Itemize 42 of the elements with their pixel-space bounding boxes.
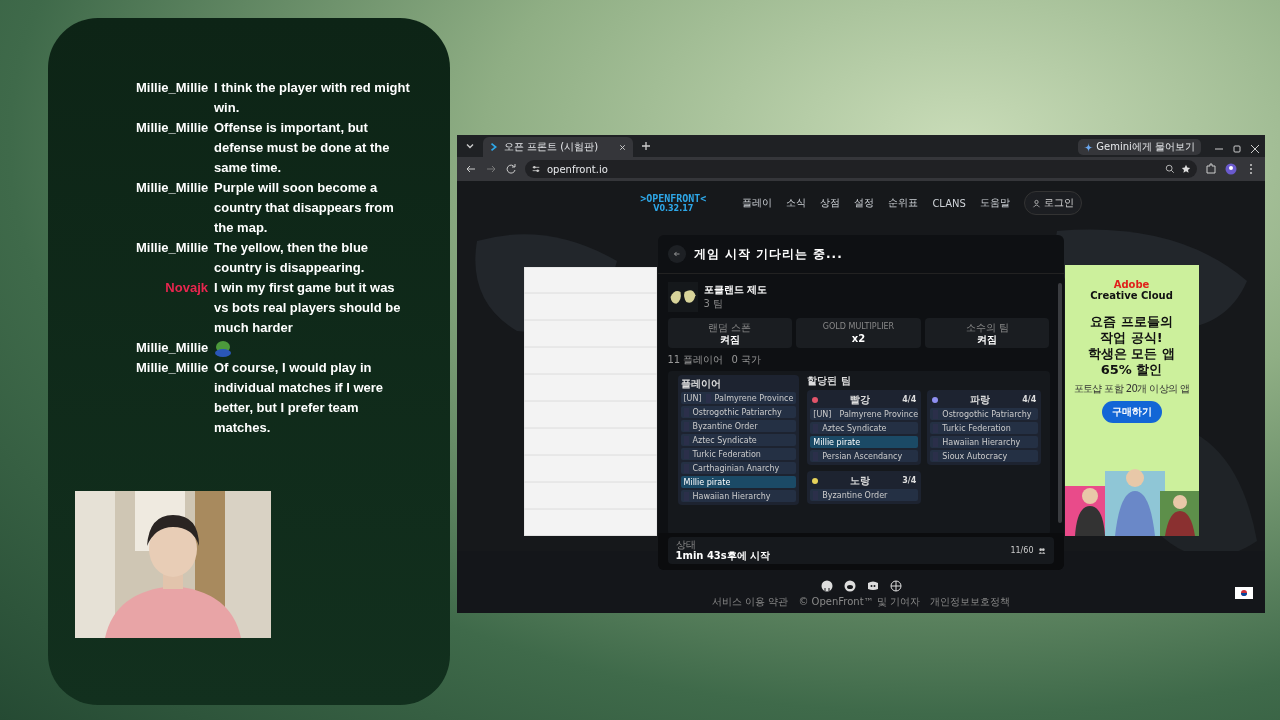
address-bar[interactable]: openfront.io	[525, 160, 1197, 178]
sparkle-icon	[1084, 142, 1094, 152]
chat-message: Of course, I would play in individual matches if I were better, but I prefer team matches.	[214, 359, 385, 437]
nav-link[interactable]: 플레이	[742, 196, 773, 210]
emote-icon	[214, 340, 232, 357]
nav-link[interactable]: 설정	[854, 196, 875, 210]
chevron-icon	[489, 142, 499, 152]
nav-link[interactable]: CLANS	[932, 197, 966, 209]
zoom-icon	[1165, 164, 1175, 174]
site-logo[interactable]: >OPENFRONT<	[640, 193, 707, 204]
reload-icon	[505, 163, 517, 175]
nav-link[interactable]: 도움말	[979, 196, 1010, 210]
chat-username: Millie_Millie	[136, 359, 208, 377]
extensions-icon	[1205, 163, 1217, 175]
chat-message: Purple will soon become a country that disappears from the map.	[214, 179, 395, 237]
chat-message: Offense is important, but defense must be done at the same time.	[214, 119, 391, 177]
chat-message: I think the player with red might win.	[214, 79, 411, 117]
nav-link[interactable]: 상점	[820, 196, 841, 210]
gemini-button[interactable]: Gemini에게 물어보기	[1078, 139, 1201, 155]
star-icon	[1181, 164, 1191, 174]
forward-icon	[485, 163, 497, 175]
chat-username: Millie_Millie	[136, 79, 208, 97]
chat-username: Millie_Millie	[136, 239, 208, 257]
chat-username: Novajk	[164, 279, 208, 297]
close-icon	[1249, 143, 1261, 155]
back-icon	[465, 163, 477, 175]
chat-username: Millie_Millie	[136, 119, 208, 137]
login-button[interactable]: 로그인	[1023, 191, 1082, 215]
nav-link[interactable]: 소식	[786, 196, 807, 210]
profile-icon	[1225, 163, 1237, 175]
close-icon	[618, 142, 627, 152]
nav-link[interactable]: 순위표	[888, 196, 919, 210]
user-icon	[1031, 198, 1041, 208]
chat-username: Millie_Millie	[136, 339, 208, 357]
tune-icon	[531, 164, 541, 174]
plus-icon	[640, 140, 652, 152]
version-label: V0.32.17	[653, 204, 694, 213]
chat-message: I win my first game but it was vs bots real players should be much harder	[214, 279, 402, 337]
chat-message: The yellow, then the blue country is disappearing.	[214, 239, 370, 277]
chat-username: Millie_Millie	[136, 179, 208, 197]
restore-icon	[1231, 143, 1243, 155]
browser-tab[interactable]: 오픈 프론트 (시험판)	[483, 137, 633, 157]
